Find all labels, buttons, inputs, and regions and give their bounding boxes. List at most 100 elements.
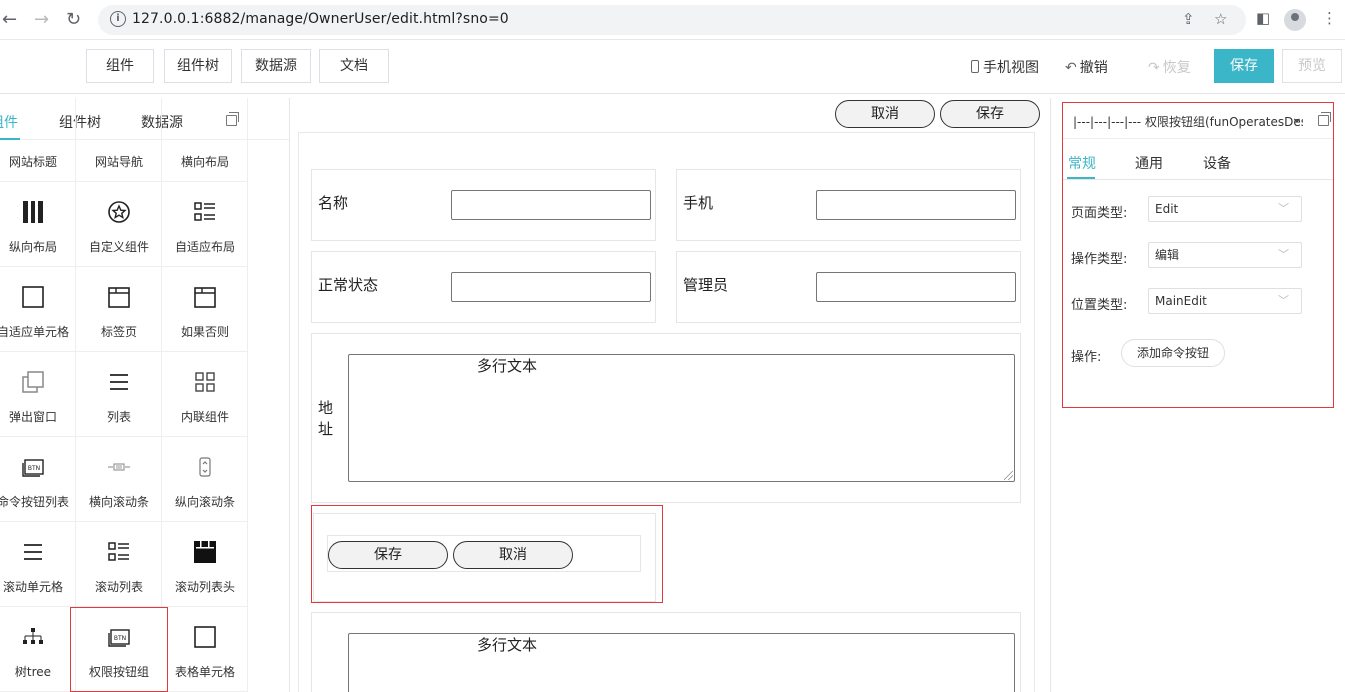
component-adaptive-cell[interactable]: 自适应单元格 [0, 267, 76, 352]
toolbar-docs-button[interactable]: 文档 [319, 49, 389, 83]
redo-icon: ↷ [1148, 60, 1160, 76]
component-custom[interactable]: 自定义组件 [76, 182, 162, 267]
chevron-down-icon[interactable]: ⌄ [1291, 110, 1303, 126]
field-label: 正常状态 [318, 276, 379, 294]
forward-icon[interactable]: → [34, 9, 49, 31]
component-label: 内联组件 [180, 410, 229, 424]
add-command-button[interactable]: 添加命令按钮 [1121, 339, 1225, 367]
share-icon[interactable]: ⇪ [1182, 10, 1195, 28]
component-h-scrollbar[interactable]: 横向滚动条 [76, 437, 162, 522]
toolbar-datasource-button[interactable]: 数据源 [241, 49, 311, 83]
url-text[interactable]: 127.0.0.1:6882/manage/OwnerUser/edit.htm… [132, 11, 509, 27]
page-type-label: 页面类型: [1071, 206, 1128, 221]
active-tab-indicator [1067, 177, 1095, 179]
field-name: 名称 [311, 169, 656, 241]
address-bar[interactable]: i 127.0.0.1:6882/manage/OwnerUser/edit.h… [98, 5, 1246, 35]
component-scroll-list-header[interactable]: 滚动列表头 [162, 522, 248, 607]
operation-type-select[interactable]: 编辑 ﹀ [1148, 242, 1302, 268]
square-icon [0, 283, 76, 311]
component-if-else[interactable]: 如果否则 [162, 267, 248, 352]
toolbar-save-button[interactable]: 保存 [1214, 49, 1274, 83]
svg-text:BTN: BTN [28, 465, 40, 472]
phone-icon [971, 60, 979, 73]
tab-common[interactable]: 通用 [1135, 153, 1163, 173]
tab-general[interactable]: 常规 [1068, 153, 1096, 173]
popup-window-icon [0, 368, 76, 396]
component-inline[interactable]: 内联组件 [162, 352, 248, 437]
side-panel-icon[interactable]: ◧ [1256, 9, 1270, 27]
operation-label: 操作: [1071, 350, 1102, 365]
component-site-nav[interactable]: 网站导航 [76, 98, 162, 182]
table-header-icon [162, 538, 248, 566]
resize-grip-icon[interactable] [1004, 471, 1013, 480]
component-horizontal-layout[interactable]: 横向布局 [162, 98, 248, 182]
top-cancel-button[interactable]: 取消 [835, 100, 935, 128]
component-permission-button-group[interactable]: BTN 权限按钮组 [70, 607, 168, 692]
vertical-bars-icon [0, 198, 76, 226]
back-icon[interactable]: ← [2, 9, 17, 31]
component-scroll-cell[interactable]: 滚动单元格 [0, 522, 76, 607]
toolbar-components-button[interactable]: 组件 [86, 49, 154, 83]
undo-button[interactable]: ↶ 撤销 [1065, 57, 1108, 77]
component-scroll-list[interactable]: 滚动列表 [76, 522, 162, 607]
h-scrollbar-icon [76, 453, 162, 481]
tree-icon [0, 623, 76, 651]
component-adaptive-layout[interactable]: 自适应布局 [162, 182, 248, 267]
textarea-2[interactable]: 多行文本 [348, 633, 1015, 692]
component-vertical-layout[interactable]: 纵向布局 [0, 182, 76, 267]
mobile-view-button[interactable]: 手机视图 [971, 57, 1039, 77]
position-type-select[interactable]: MainEdit ﹀ [1148, 288, 1302, 314]
tab-divider [1063, 179, 1333, 180]
reload-icon[interactable]: ↻ [66, 9, 81, 31]
top-save-button[interactable]: 保存 [940, 100, 1040, 128]
toolbar-preview-button[interactable]: 预览 [1282, 49, 1342, 83]
position-type-value: MainEdit [1155, 294, 1207, 308]
list-grid-icon [76, 538, 162, 566]
four-squares-icon [162, 368, 248, 396]
operation-type-label: 操作类型: [1071, 252, 1128, 267]
component-list[interactable]: 列表 [76, 352, 162, 437]
component-selector[interactable]: |---|---|---|--- 权限按钮组(funOperatesDes ⌄ [1063, 103, 1333, 139]
bookmark-star-icon[interactable]: ☆ [1214, 10, 1227, 28]
field-label: 名称 [318, 194, 349, 212]
tab-device[interactable]: 设备 [1203, 153, 1231, 173]
list-icon [76, 368, 162, 396]
page-type-select[interactable]: Edit ﹀ [1148, 196, 1302, 222]
redo-label: 恢复 [1162, 60, 1191, 76]
component-v-scrollbar[interactable]: 纵向滚动条 [162, 437, 248, 522]
component-label: 自适应布局 [174, 240, 235, 254]
info-icon[interactable]: i [110, 11, 126, 27]
component-tree[interactable]: 树tree [0, 607, 76, 692]
menu-kebab-icon[interactable]: ⋮ [1322, 9, 1337, 27]
admin-input[interactable] [816, 272, 1016, 302]
star-circle-icon [76, 198, 162, 226]
mobile-input[interactable] [816, 190, 1016, 220]
component-command-button-list[interactable]: BTN 命令按钮列表 [0, 437, 76, 522]
textarea-placeholder: 多行文本 [477, 636, 538, 654]
profile-avatar[interactable] [1284, 9, 1306, 31]
top-toolbar: 组件 组件树 数据源 文档 手机视图 ↶ 撤销 ↷ 恢复 保存 预览 [0, 40, 1345, 94]
component-site-title[interactable]: 网站标题 [0, 98, 76, 182]
component-tabs[interactable]: 标签页 [76, 267, 162, 352]
redo-button[interactable]: ↷ 恢复 [1148, 57, 1191, 77]
component-popup-window[interactable]: 弹出窗口 [0, 352, 76, 437]
group-cancel-button[interactable]: 取消 [453, 541, 573, 569]
properties-box: |---|---|---|--- 权限按钮组(funOperatesDes ⌄ … [1062, 102, 1334, 408]
group-save-button[interactable]: 保存 [328, 541, 448, 569]
selected-permission-button-group[interactable]: 保存 取消 [311, 505, 663, 603]
component-label: 如果否则 [180, 325, 229, 339]
status-input[interactable] [451, 272, 651, 302]
undo-label: 撤销 [1079, 60, 1108, 76]
list-grid-icon [162, 198, 248, 226]
name-input[interactable] [451, 190, 651, 220]
component-table-cell[interactable]: 表格单元格 [168, 607, 248, 692]
component-label: 滚动列表头 [174, 580, 235, 594]
btn-icon: BTN [0, 453, 76, 481]
chevron-down-icon: ﹀ [1278, 202, 1289, 215]
copy-icon[interactable] [1318, 112, 1331, 126]
v-scrollbar-icon [162, 453, 248, 481]
toolbar-component-tree-button[interactable]: 组件树 [164, 49, 232, 83]
chevron-down-icon: ﹀ [1278, 248, 1289, 261]
address-textarea[interactable]: 多行文本 [348, 354, 1015, 482]
tab-window-icon [76, 283, 162, 311]
